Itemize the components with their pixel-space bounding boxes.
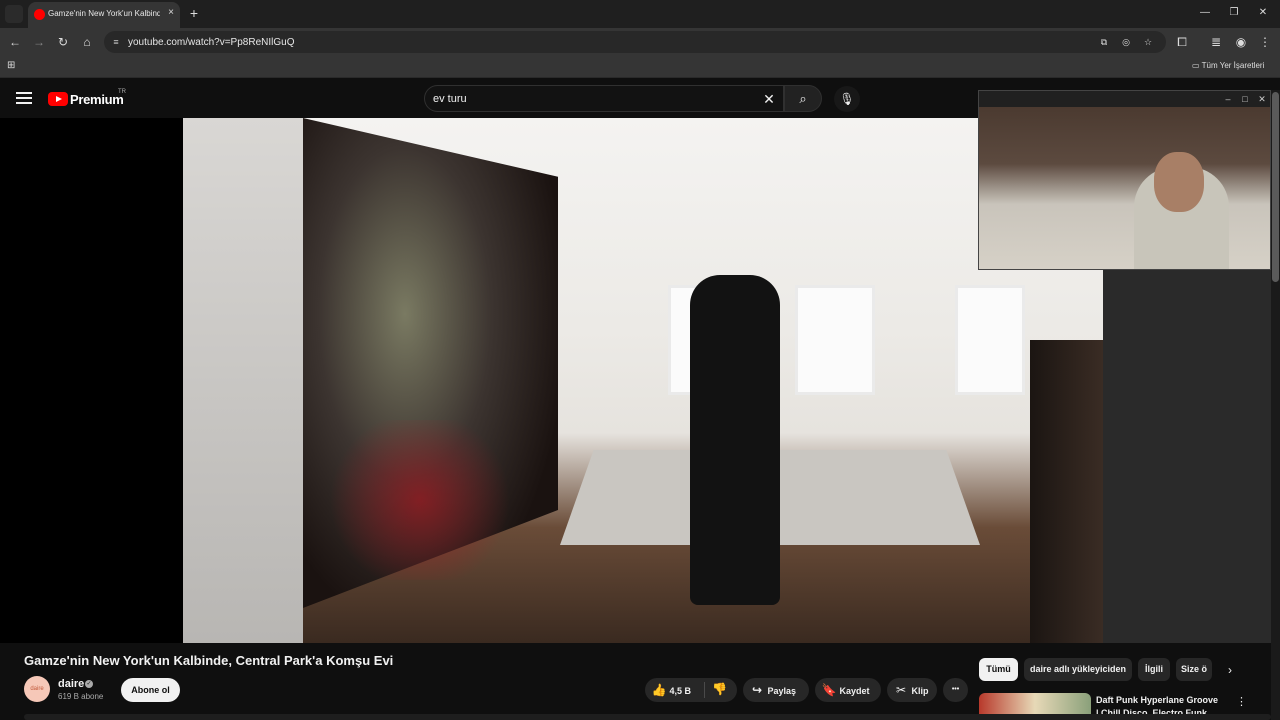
profile-icon[interactable]: ◉: [1233, 34, 1249, 50]
video-title: Gamze'nin New York'un Kalbinde, Central …: [24, 653, 394, 668]
region-code: TR: [118, 89, 126, 95]
youtube-logo-icon[interactable]: [48, 92, 68, 106]
video-frame-staircase: [1030, 340, 1103, 643]
close-window-button[interactable]: ✕: [1256, 6, 1270, 20]
channel-name[interactable]: daire: [58, 678, 84, 690]
all-bookmarks-link[interactable]: ▭ Tüm Yer İşaretleri: [1192, 61, 1264, 70]
search-box[interactable]: ✕: [424, 85, 784, 112]
share-button[interactable]: ↪ Paylaş: [743, 678, 809, 702]
chip-for-you[interactable]: Size ö: [1176, 658, 1212, 681]
install-app-icon[interactable]: ⧉: [1098, 36, 1110, 48]
search-input[interactable]: [433, 91, 753, 107]
save-button[interactable]: 🔖 Kaydet: [815, 678, 881, 702]
bookmarks-bar: ⊞ ▭ Tüm Yer İşaretleri: [0, 56, 1280, 78]
channel-avatar[interactable]: daire: [24, 676, 50, 702]
video-frame-paint-splash: [320, 420, 520, 580]
youtube-brand[interactable]: Premium: [70, 92, 124, 107]
chevron-right-icon[interactable]: ›: [1222, 662, 1238, 678]
video-frame-person: [690, 275, 780, 605]
tab-search-button[interactable]: [5, 5, 23, 23]
folder-icon: ▭: [1192, 61, 1200, 70]
clip-icon: ✂: [895, 683, 907, 697]
url-text[interactable]: youtube.com/watch?v=Pp8ReNIlGuQ: [128, 37, 294, 48]
webcam-window[interactable]: – □ ✕: [978, 90, 1271, 270]
back-button[interactable]: ←: [7, 34, 23, 50]
share-icon: ↪: [751, 683, 763, 697]
like-divider: [704, 682, 705, 698]
bookmark-star-icon[interactable]: ☆: [1142, 36, 1154, 48]
new-tab-button[interactable]: +: [186, 5, 202, 21]
youtube-favicon-icon: [34, 9, 45, 20]
video-frame-window: [795, 285, 875, 395]
clear-search-icon[interactable]: ✕: [761, 91, 777, 107]
dislike-icon[interactable]: 👎: [712, 682, 727, 696]
webcam-feed: [979, 107, 1270, 269]
browser-tab-bar: Gamze'nin New York'un Kalbinde × + — ❐ ✕: [0, 0, 1280, 28]
media-controls-icon[interactable]: ≣: [1208, 34, 1224, 50]
tab-active[interactable]: Gamze'nin New York'un Kalbinde ×: [28, 2, 180, 28]
webcam-close-icon[interactable]: ✕: [1256, 93, 1268, 105]
like-count[interactable]: 4,5 B: [670, 686, 692, 696]
clip-label: Klip: [911, 686, 929, 696]
chip-all[interactable]: Tümü: [979, 658, 1018, 681]
clip-button[interactable]: ✂ Klip: [887, 678, 937, 702]
guide-menu-icon[interactable]: [16, 92, 32, 104]
restore-button[interactable]: ❐: [1227, 6, 1241, 20]
webcam-person-head: [1154, 152, 1204, 212]
save-label: Kaydet: [839, 686, 870, 696]
apps-grid-icon[interactable]: ⊞: [7, 60, 19, 72]
video-frame-wall: [183, 118, 303, 643]
recommendation-menu-icon[interactable]: ⋮: [1236, 695, 1247, 709]
site-info-icon[interactable]: ≡: [110, 36, 122, 48]
voice-search-icon[interactable]: 🎙: [834, 86, 860, 112]
forward-button[interactable]: →: [31, 34, 47, 50]
recommendation-title-line1: Daft Punk Hyperlane Groove: [1096, 695, 1219, 705]
subscriber-count: 619 B abone: [58, 692, 104, 701]
tab-title: Gamze'nin New York'un Kalbinde: [48, 9, 160, 18]
save-icon: 🔖: [821, 683, 837, 697]
reload-button[interactable]: ↻: [55, 34, 71, 50]
page-scrollbar-thumb[interactable]: [1272, 92, 1279, 282]
share-label: Paylaş: [767, 686, 797, 696]
more-actions-button[interactable]: •••: [943, 678, 968, 702]
all-bookmarks-label: Tüm Yer İşaretleri: [1201, 61, 1265, 70]
chip-from-uploader[interactable]: daire adlı yükleyiciden: [1024, 658, 1132, 681]
like-icon[interactable]: 👍: [651, 678, 667, 702]
chrome-menu-icon[interactable]: ⋮: [1257, 34, 1273, 50]
minimize-button[interactable]: —: [1198, 6, 1212, 20]
tab-close-icon[interactable]: ×: [164, 6, 178, 20]
eye-off-icon[interactable]: ◎: [1120, 36, 1132, 48]
video-frame-window: [955, 285, 1025, 395]
omnibox[interactable]: ≡ youtube.com/watch?v=Pp8ReNIlGuQ ⧉ ◎ ☆: [104, 31, 1166, 53]
search-button[interactable]: ⌕: [784, 85, 822, 112]
verified-icon: ✓: [85, 680, 93, 688]
home-button[interactable]: ⌂: [79, 34, 95, 50]
webcam-minimize-icon[interactable]: –: [1222, 93, 1234, 105]
webcam-maximize-icon[interactable]: □: [1239, 93, 1251, 105]
extensions-icon[interactable]: ⧠: [1174, 34, 1190, 50]
subscribe-button[interactable]: Abone ol: [121, 678, 180, 702]
address-bar-row: ← → ↻ ⌂ ≡ youtube.com/watch?v=Pp8ReNIlGu…: [0, 28, 1280, 56]
webcam-titlebar[interactable]: – □ ✕: [979, 91, 1270, 107]
page-bottom-strip: [24, 714, 1271, 720]
chip-related[interactable]: İlgili: [1138, 658, 1170, 681]
side-panel-dark: [1103, 270, 1271, 643]
